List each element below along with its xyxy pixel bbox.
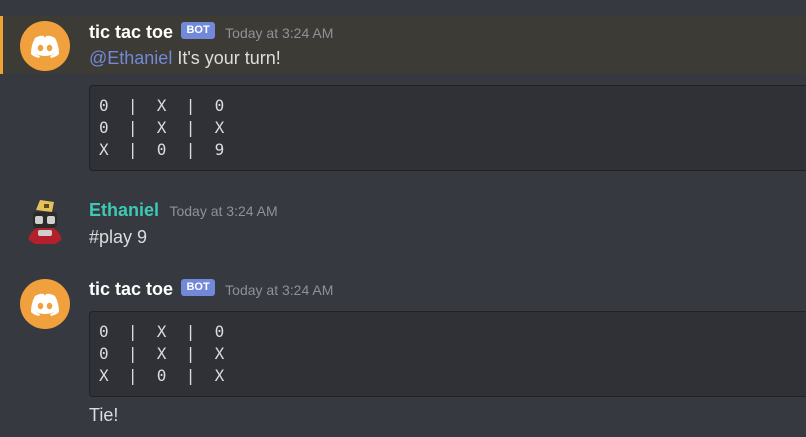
- message-content: @Ethaniel It's your turn!: [89, 48, 281, 69]
- board-row: X | 0 | 9: [99, 140, 225, 159]
- bot-avatar[interactable]: [20, 21, 70, 71]
- message-header: tic tac toe BOT Today at 3:24 AM: [89, 22, 333, 44]
- timestamp[interactable]: Today at 3:24 AM: [169, 203, 277, 219]
- user-avatar[interactable]: [20, 196, 70, 246]
- bot-tag: BOT: [181, 22, 215, 39]
- user-mention[interactable]: @Ethaniel: [89, 48, 172, 68]
- user-avatar-icon: [20, 196, 70, 246]
- message-bot-result[interactable]: tic tac toe BOT Today at 3:24 AM: [0, 272, 806, 329]
- author-name[interactable]: Ethaniel: [89, 200, 159, 220]
- message-bot-turn[interactable]: tic tac toe BOT Today at 3:24 AM @Ethani…: [0, 16, 806, 74]
- board-row: X | 0 | X: [99, 366, 225, 385]
- top-divider: [0, 0, 806, 16]
- message-text: It's your turn!: [172, 48, 281, 68]
- bot-avatar[interactable]: [20, 279, 70, 329]
- code-block-board: 0 | X | 0 0 | X | X X | 0 | 9: [89, 85, 806, 171]
- result-text: Tie!: [89, 405, 119, 425]
- message-text: #play 9: [89, 227, 148, 247]
- author-name[interactable]: tic tac toe: [89, 22, 173, 42]
- discord-logo-icon: [31, 293, 59, 316]
- message-header: tic tac toe BOT Today at 3:24 AM: [89, 279, 333, 301]
- bot-tag: BOT: [181, 279, 215, 296]
- timestamp[interactable]: Today at 3:24 AM: [225, 25, 333, 41]
- board-row: 0 | X | 0: [99, 322, 225, 341]
- message-header: Ethaniel Today at 3:24 AM: [89, 200, 278, 222]
- author-name[interactable]: tic tac toe: [89, 279, 173, 299]
- message-user-play[interactable]: Ethaniel Today at 3:24 AM #play 9: [0, 192, 806, 252]
- board-row: 0 | X | X: [99, 118, 225, 137]
- board-row: 0 | X | X: [99, 344, 225, 363]
- timestamp[interactable]: Today at 3:24 AM: [225, 282, 333, 298]
- board-row: 0 | X | 0: [99, 96, 225, 115]
- chat-messages: tic tac toe BOT Today at 3:24 AM @Ethani…: [0, 0, 806, 437]
- code-block-board: 0 | X | 0 0 | X | X X | 0 | X: [89, 311, 806, 397]
- discord-logo-icon: [31, 35, 59, 58]
